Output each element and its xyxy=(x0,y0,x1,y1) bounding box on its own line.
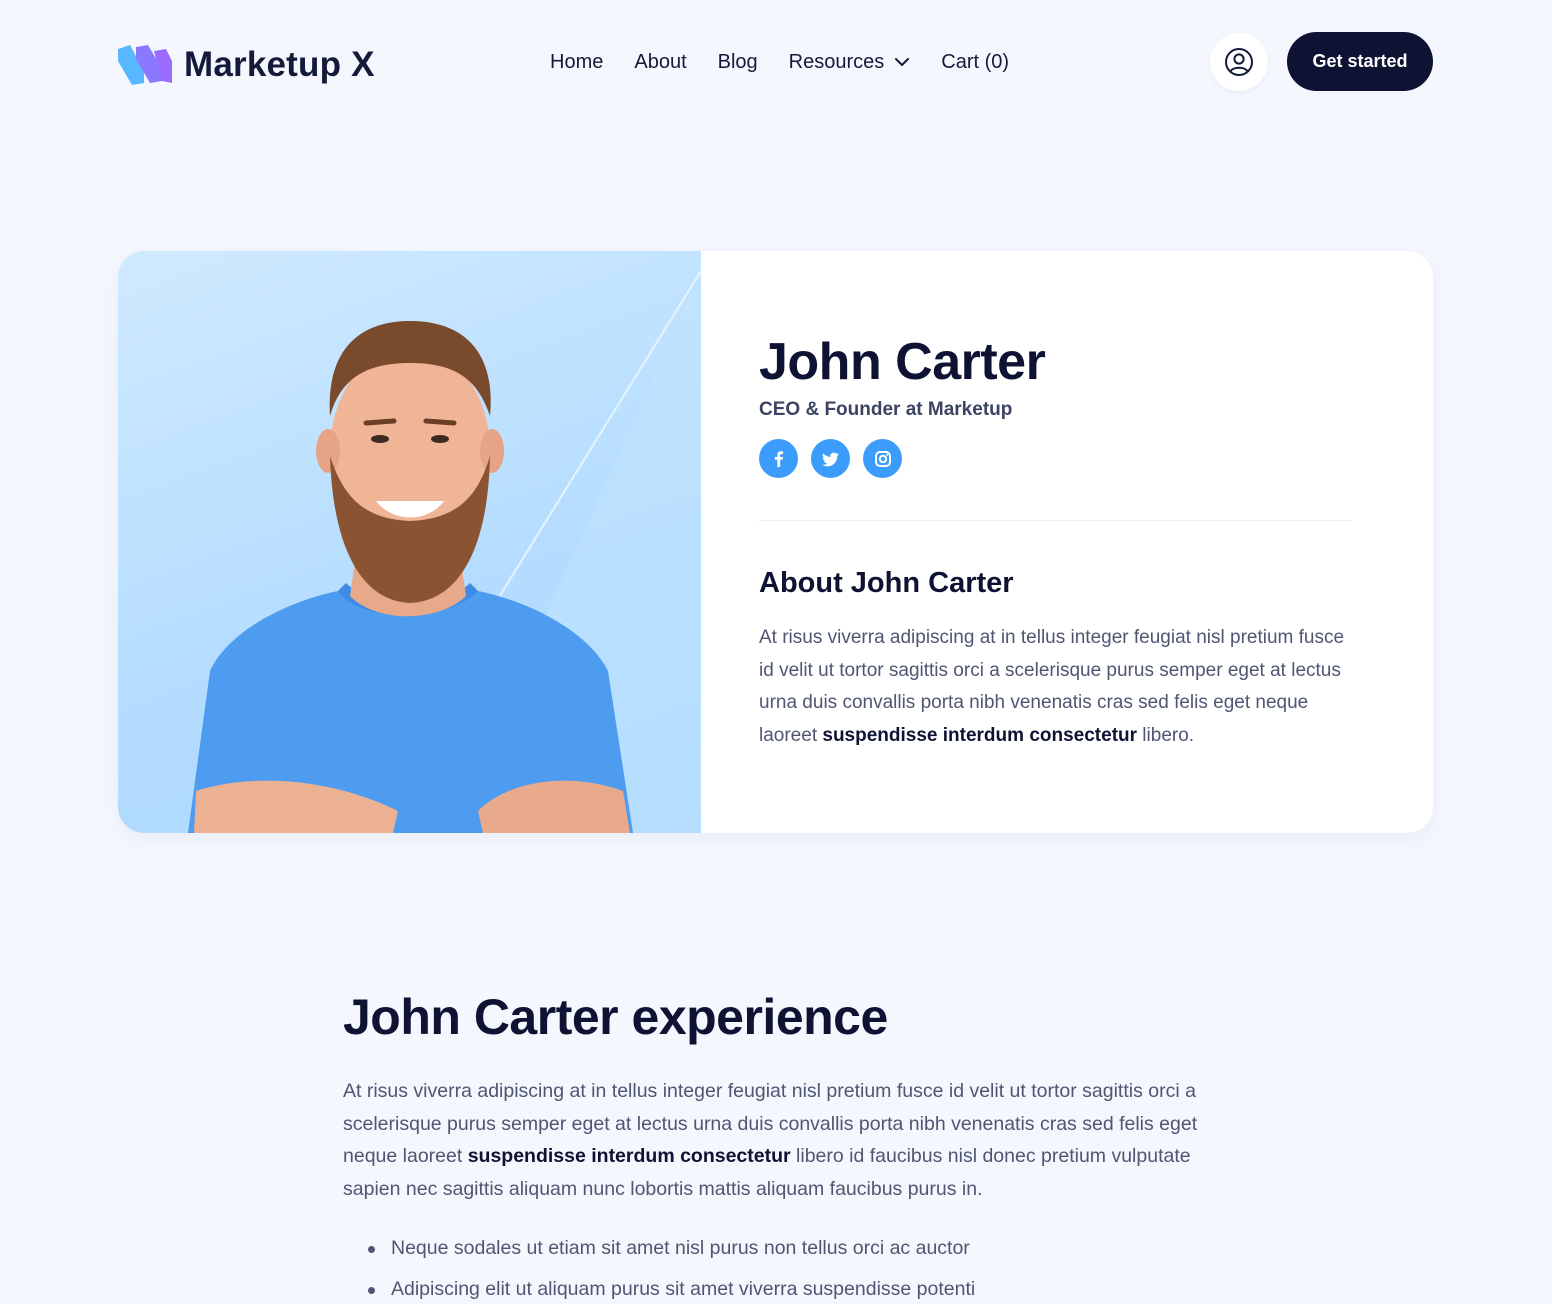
instagram-icon xyxy=(874,450,891,467)
brand-logo[interactable]: Marketup X xyxy=(118,40,375,90)
experience-title: John Carter experience xyxy=(343,989,888,1045)
twitter-link[interactable] xyxy=(811,439,850,478)
logo-mark-icon xyxy=(118,45,172,85)
experience-text: At risus viverra adipiscing at in tellus… xyxy=(343,1080,1198,1200)
site-header: Marketup X Home About Blog Resources Car… xyxy=(0,0,1552,124)
experience-section: John Carter experience At risus viverra … xyxy=(343,985,1223,1304)
brand-name: Marketup X xyxy=(184,45,375,84)
main-nav: Home About Blog Resources Cart (0) xyxy=(550,46,1009,78)
portrait-illustration xyxy=(188,251,701,833)
divider xyxy=(759,520,1352,521)
chevron-down-icon xyxy=(895,58,910,66)
get-started-button[interactable]: Get started xyxy=(1287,32,1433,91)
twitter-icon xyxy=(821,452,839,466)
about-title: About John Carter xyxy=(759,567,1014,599)
profile-name: John Carter xyxy=(759,333,1046,391)
about-text: At risus viverra adipiscing at in tellus… xyxy=(759,627,1345,746)
list-item: Neque sodales ut etiam sit amet nisl pur… xyxy=(343,1235,1223,1261)
nav-about[interactable]: About xyxy=(634,51,686,74)
instagram-link[interactable] xyxy=(863,439,902,478)
profile-role: CEO & Founder at Marketup xyxy=(759,399,1013,420)
nav-cart[interactable]: Cart (0) xyxy=(941,51,1009,74)
nav-resources-dropdown[interactable]: Resources xyxy=(789,51,911,74)
social-links xyxy=(759,439,1359,478)
nav-blog[interactable]: Blog xyxy=(718,51,758,74)
profile-card: John Carter CEO & Founder at Marketup Ab… xyxy=(118,251,1433,833)
facebook-link[interactable] xyxy=(759,439,798,478)
account-button[interactable] xyxy=(1210,33,1268,91)
facebook-icon xyxy=(774,450,783,467)
profile-info: John Carter CEO & Founder at Marketup Ab… xyxy=(759,331,1359,752)
list-item: Adipiscing elit ut aliquam purus sit ame… xyxy=(343,1276,1223,1302)
user-circle-icon xyxy=(1225,48,1253,76)
profile-photo xyxy=(118,251,701,833)
nav-resources-label: Resources xyxy=(788,50,885,73)
experience-bullets: Neque sodales ut etiam sit amet nisl pur… xyxy=(343,1235,1223,1302)
nav-home[interactable]: Home xyxy=(550,51,603,74)
